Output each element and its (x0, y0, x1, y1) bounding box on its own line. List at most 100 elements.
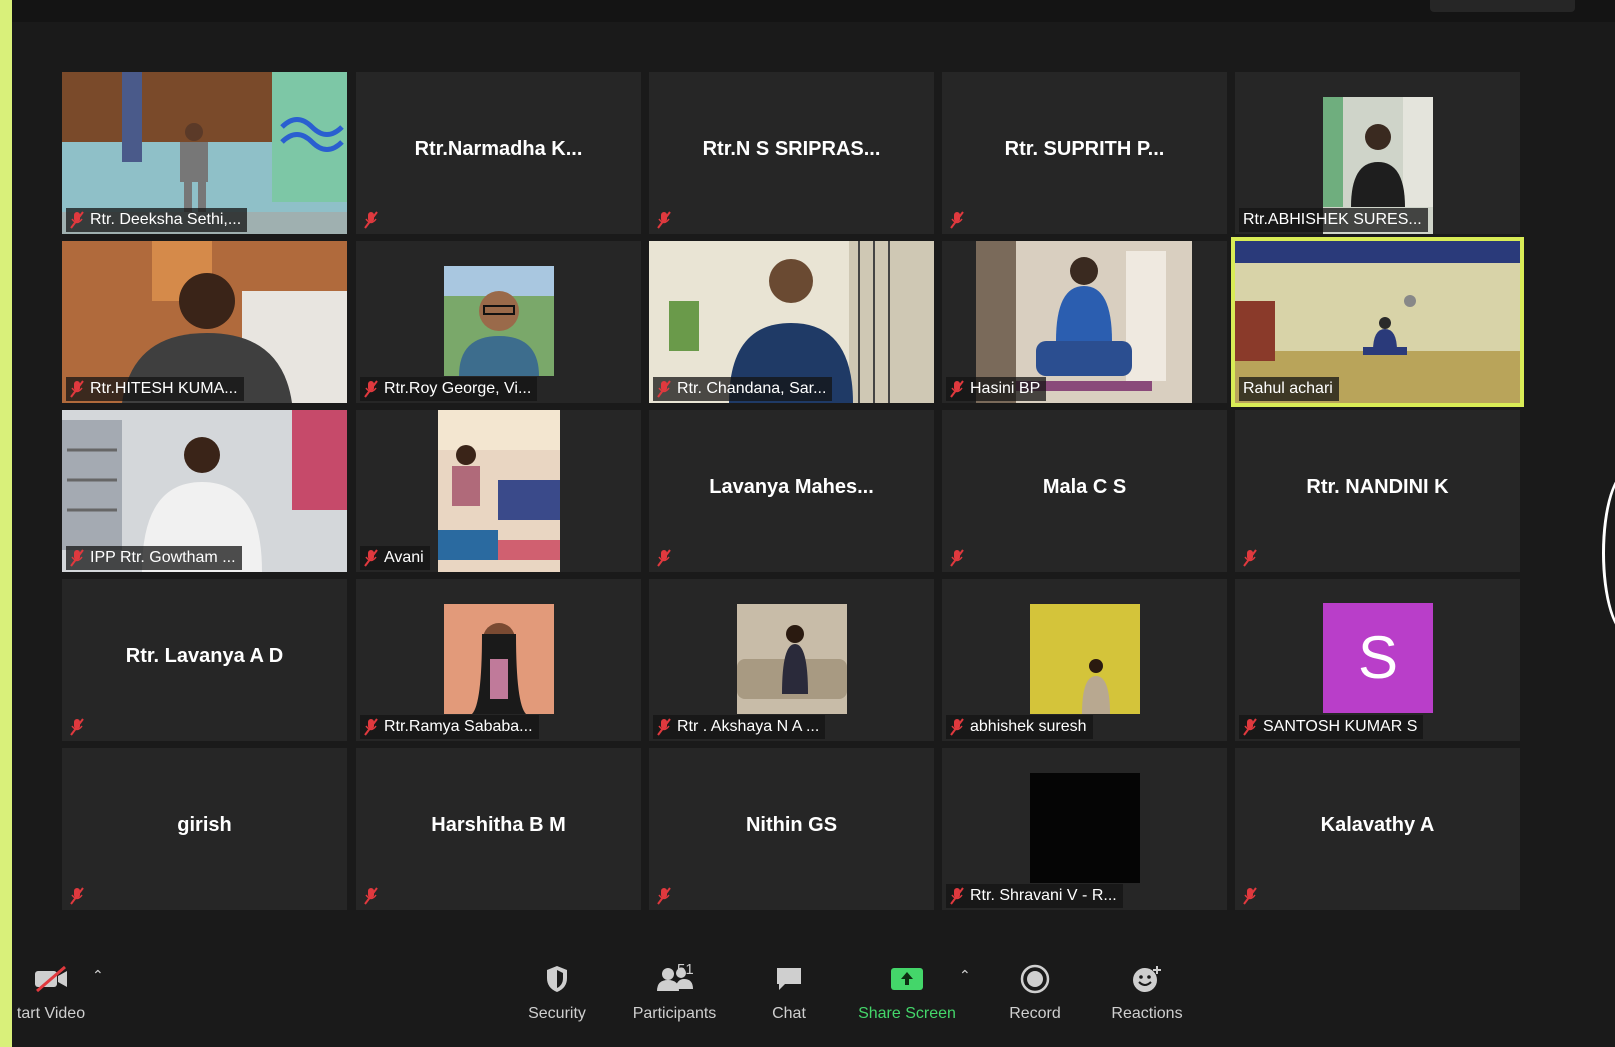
participant-name: Rtr. Deeksha Sethi,... (90, 211, 242, 228)
muted-mic-icon (657, 380, 671, 398)
muted-mic-icon (70, 380, 84, 398)
participant-name-label (66, 884, 96, 908)
participant-tile[interactable]: Rtr.Ramya Sababa... (356, 579, 641, 741)
participant-tile[interactable]: Rtr.Roy George, Vi... (356, 241, 641, 403)
muted-mic-icon (1243, 887, 1257, 905)
participant-name: SANTOSH KUMAR S (1263, 718, 1418, 735)
participant-display-name: Nithin GS (745, 814, 838, 836)
participant-display-name: Harshitha B M (431, 814, 566, 836)
participant-name-label (653, 208, 683, 232)
participant-tile[interactable]: Rtr. NANDINI K (1235, 410, 1520, 572)
participant-display-name: Rtr.Narmadha K... (414, 138, 583, 160)
participant-tile-active-speaker[interactable]: Rahul achari (1231, 237, 1524, 407)
muted-mic-icon (657, 549, 671, 567)
participant-name-label: Rtr. Deeksha Sethi,... (66, 208, 248, 232)
participant-tile[interactable]: Hasini BP (942, 241, 1227, 403)
participant-display-name: Lavanya Mahes... (709, 476, 874, 498)
participant-name-label (946, 208, 976, 232)
share-screen-button[interactable]: Share Screen (852, 957, 962, 1023)
participant-name-label: Rtr. Shravani V - R... (946, 884, 1123, 908)
participant-tile[interactable]: abhishek suresh (942, 579, 1227, 741)
participant-display-name: girish (177, 814, 232, 836)
participant-name-label (653, 884, 683, 908)
video-options-chevron-up-icon[interactable]: ⌃ (92, 967, 104, 984)
video-off-icon (35, 965, 67, 993)
participant-display-name: Rtr.N S SRIPRAS... (702, 138, 881, 160)
participant-display-name: Mala C S (1042, 476, 1127, 498)
record-button[interactable]: Record (1005, 957, 1065, 1023)
muted-mic-icon (950, 718, 964, 736)
chat-icon (777, 968, 801, 990)
participant-tile[interactable]: Avani (356, 410, 641, 572)
record-icon (1020, 964, 1050, 994)
muted-mic-icon (657, 718, 671, 736)
reactions-button[interactable]: Reactions (1107, 957, 1187, 1023)
participant-tile[interactable]: S SANTOSH KUMAR S (1235, 579, 1520, 741)
participant-name: Rtr. Shravani V - R... (970, 887, 1117, 904)
participant-name: Avani (384, 549, 424, 566)
participant-name-label: Avani (360, 546, 430, 570)
participant-name: IPP Rtr. Gowtham ... (90, 549, 236, 566)
participant-tile[interactable]: Rtr.Narmadha K... (356, 72, 641, 234)
participant-name: Rtr . Akshaya N A ... (677, 718, 820, 735)
participant-tile[interactable]: Nithin GS (649, 748, 934, 910)
start-video-button[interactable]: tart Video (12, 957, 90, 1023)
muted-mic-icon (950, 549, 964, 567)
participant-tile[interactable]: Harshitha B M (356, 748, 641, 910)
participant-tile[interactable]: Rtr.ABHISHEK SURES... (1235, 72, 1520, 234)
participant-name-label: Rtr.Roy George, Vi... (360, 377, 538, 401)
participant-tile[interactable]: Rtr. Deeksha Sethi,... (62, 72, 347, 234)
participant-name: abhishek suresh (970, 718, 1087, 735)
participant-name: Rtr.ABHISHEK SURES... (1243, 211, 1422, 228)
participant-name-label (1239, 884, 1269, 908)
participants-label: Participants (632, 1005, 717, 1022)
muted-mic-icon (950, 380, 964, 398)
participant-tile[interactable]: IPP Rtr. Gowtham ... (62, 410, 347, 572)
participant-name: Hasini BP (970, 380, 1041, 397)
participant-tile[interactable]: Rtr. Lavanya A D (62, 579, 347, 741)
participant-name-label (66, 715, 96, 739)
participant-tile[interactable]: Lavanya Mahes... (649, 410, 934, 572)
muted-mic-icon (364, 380, 378, 398)
chat-label: Chat (772, 1005, 806, 1022)
participant-name: Rtr.HITESH KUMA... (90, 380, 238, 397)
zoom-meeting-window: Rtr. Deeksha Sethi,... Rtr.Narmadha K...… (12, 0, 1615, 1047)
participant-tile[interactable]: Rtr.HITESH KUMA... (62, 241, 347, 403)
meeting-toolbar: tart Video ⌃ Security 51 Participants Ch… (12, 937, 1615, 1047)
participant-tile[interactable]: Rtr . Akshaya N A ... (649, 579, 934, 741)
participant-tile[interactable]: Rtr. SUPRITH P... (942, 72, 1227, 234)
participant-tile[interactable]: Mala C S (942, 410, 1227, 572)
participant-tile[interactable]: Rtr. Chandana, Sar... (649, 241, 934, 403)
security-label: Security (528, 1005, 586, 1022)
participant-display-name: Rtr. Lavanya A D (125, 645, 284, 667)
participant-name-label: Rtr.HITESH KUMA... (66, 377, 244, 401)
participant-video (1030, 604, 1140, 714)
muted-mic-icon (950, 211, 964, 229)
participant-name: Rtr. Chandana, Sar... (677, 380, 827, 397)
screen-edge-decoration (1602, 470, 1615, 636)
share-options-chevron-up-icon[interactable]: ⌃ (959, 967, 971, 984)
muted-mic-icon (950, 887, 964, 905)
muted-mic-icon (70, 211, 84, 229)
view-toggle-button[interactable] (1430, 0, 1575, 12)
muted-mic-icon (1243, 718, 1257, 736)
top-bar (12, 0, 1615, 22)
muted-mic-icon (364, 887, 378, 905)
participant-tile[interactable]: Kalavathy A (1235, 748, 1520, 910)
participants-count-badge: 51 (677, 961, 694, 978)
participant-name-label: Rtr . Akshaya N A ... (653, 715, 826, 739)
participant-video (1030, 773, 1140, 883)
chat-button[interactable]: Chat (764, 957, 814, 1023)
participants-button[interactable]: 51 Participants (627, 957, 722, 1023)
participant-tile[interactable]: Rtr.N S SRIPRAS... (649, 72, 934, 234)
participant-tile[interactable]: girish (62, 748, 347, 910)
participant-video (444, 266, 554, 376)
participant-name-label: Rtr. Chandana, Sar... (653, 377, 833, 401)
muted-mic-icon (657, 887, 671, 905)
participant-name-label: IPP Rtr. Gowtham ... (66, 546, 242, 570)
participant-name-label (360, 884, 390, 908)
participant-name-label: Hasini BP (946, 377, 1047, 401)
muted-mic-icon (70, 887, 84, 905)
participant-tile[interactable]: Rtr. Shravani V - R... (942, 748, 1227, 910)
security-button[interactable]: Security (522, 957, 592, 1023)
